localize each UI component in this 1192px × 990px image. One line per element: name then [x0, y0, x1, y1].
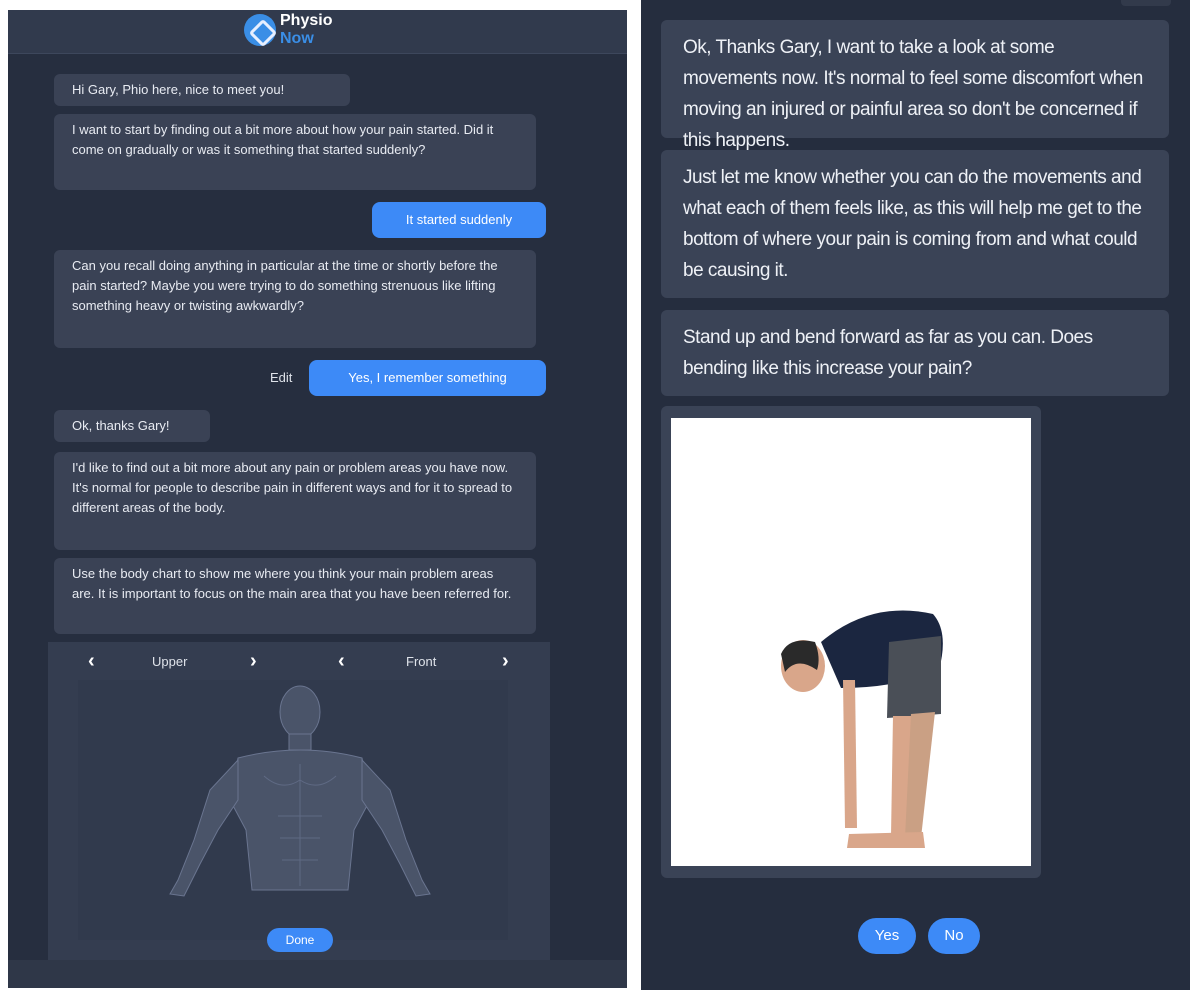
- app-header: Physio Now: [8, 10, 627, 54]
- bot-message: Stand up and bend forward as far as you …: [661, 310, 1169, 396]
- logo-text-now: Now: [280, 30, 314, 47]
- chevron-right-icon[interactable]: ›: [502, 650, 509, 673]
- edit-reply-link[interactable]: Edit: [270, 370, 292, 385]
- chat-panel-left: Physio Now Hi Gary, Phio here, nice to m…: [8, 10, 627, 988]
- bot-message: Hi Gary, Phio here, nice to meet you!: [54, 74, 350, 106]
- bot-message: Just let me know whether you can do the …: [661, 150, 1169, 298]
- exercise-image-card: [661, 406, 1041, 878]
- bot-message: I'd like to find out a bit more about an…: [54, 452, 536, 550]
- bot-message: I want to start by finding out a bit mor…: [54, 114, 536, 190]
- done-button[interactable]: Done: [267, 928, 333, 952]
- forward-bend-exercise-image: [671, 418, 1031, 866]
- yes-button[interactable]: Yes: [858, 918, 916, 954]
- chevron-left-icon[interactable]: ‹: [88, 650, 95, 673]
- header-edge: [1121, 0, 1171, 6]
- user-reply-bubble[interactable]: Yes, I remember something: [309, 360, 546, 396]
- chat-panel-right: Ok, Thanks Gary, I want to take a look a…: [641, 0, 1190, 990]
- body-view-label: Front: [406, 654, 437, 669]
- physio-logo-icon: [244, 14, 276, 46]
- bot-message: Ok, thanks Gary!: [54, 410, 210, 442]
- bottom-bar: [8, 960, 627, 988]
- bot-message: Can you recall doing anything in particu…: [54, 250, 536, 348]
- body-chart: ‹ Upper › ‹ Front › Done: [48, 642, 550, 988]
- human-body-figure-icon: [169, 685, 431, 897]
- chevron-left-icon[interactable]: ‹: [338, 650, 345, 673]
- chevron-right-icon[interactable]: ›: [250, 650, 257, 673]
- bot-message: Ok, Thanks Gary, I want to take a look a…: [661, 20, 1169, 151]
- body-chart-canvas[interactable]: [78, 680, 508, 940]
- user-reply-bubble[interactable]: It started suddenly: [372, 202, 546, 238]
- bot-message: Use the body chart to show me where you …: [54, 558, 536, 634]
- person-bending-forward-icon: [781, 610, 943, 848]
- no-button[interactable]: No: [928, 918, 980, 954]
- body-region-label: Upper: [152, 654, 188, 669]
- logo-text-physio: Physio: [280, 12, 333, 29]
